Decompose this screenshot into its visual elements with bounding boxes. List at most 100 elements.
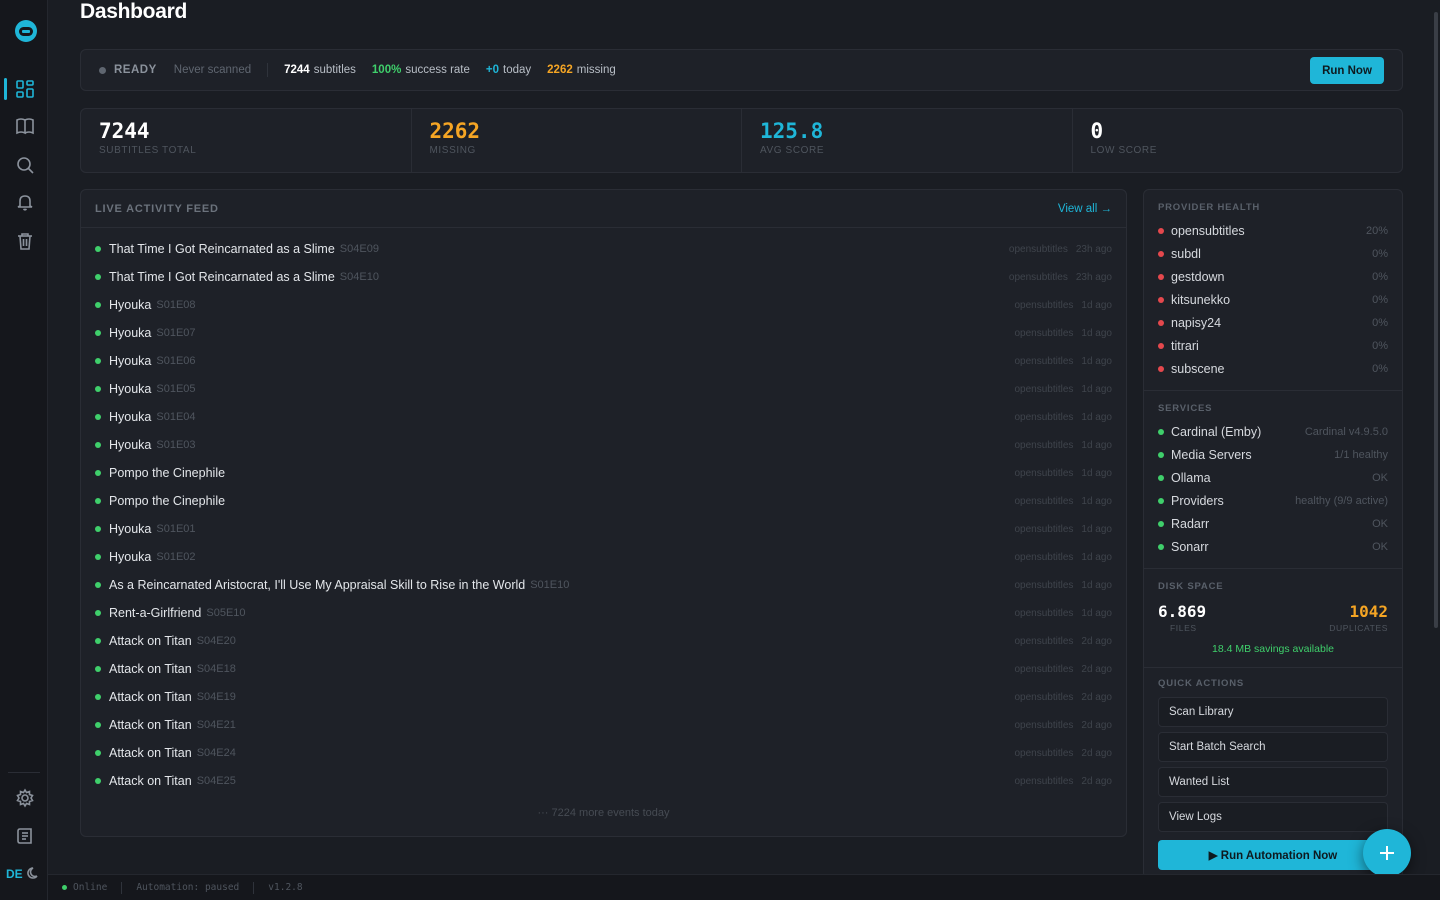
feed-item-time: 2d ago — [1081, 691, 1112, 703]
feed-item-time: 1d ago — [1081, 299, 1112, 311]
gear-icon[interactable] — [14, 787, 36, 809]
scan-library-button[interactable]: Scan Library — [1158, 697, 1388, 727]
today-count: +0 — [485, 64, 500, 76]
feed-item-meta: opensubtitles 2d ago — [1014, 636, 1112, 647]
feed-row[interactable]: Hyouka S01E02 opensubtitles 1d ago — [81, 543, 1126, 571]
feed-item-time: 1d ago — [1081, 327, 1112, 339]
feed-item-provider: opensubtitles — [1014, 719, 1074, 731]
feed-item-provider: opensubtitles — [1014, 635, 1074, 647]
feed-item-title: That Time I Got Reincarnated as a Slime — [109, 242, 335, 256]
feed-row[interactable]: Attack on Titan S04E20 opensubtitles 2d ago — [81, 627, 1126, 655]
feed-item-episode: S04E24 — [196, 747, 236, 759]
feed-row[interactable]: Attack on Titan S04E25 opensubtitles 2d ago — [81, 767, 1126, 795]
quick-actions-section: QUICK ACTIONS Scan Library Start Batch S… — [1144, 668, 1402, 870]
success-dot — [95, 526, 101, 532]
success-dot — [95, 582, 101, 588]
moon-icon[interactable] — [27, 866, 41, 880]
feed-row[interactable]: Pompo the Cinephile opensubtitles 1d ago — [81, 487, 1126, 515]
book-icon[interactable] — [14, 115, 36, 137]
feed-row[interactable]: Pompo the Cinephile opensubtitles 1d ago — [81, 459, 1126, 487]
feed-list: That Time I Got Reincarnated as a Slime S… — [81, 228, 1126, 795]
feed-item-meta: opensubtitles 2d ago — [1014, 748, 1112, 759]
feed-item-title: Attack on Titan — [109, 718, 192, 732]
missing-label: missing — [576, 64, 616, 76]
service-list: Cardinal (Emby) Cardinal v4.9.5.0 Media Se… — [1144, 420, 1402, 558]
row-value: healthy (9/9 active) — [1295, 494, 1388, 507]
success-label: success rate — [405, 64, 470, 76]
feed-row[interactable]: As a Reincarnated Aristocrat, I'll Use M… — [81, 571, 1126, 599]
feed-row[interactable]: Attack on Titan S04E19 opensubtitles 2d ago — [81, 683, 1126, 711]
feed-item-meta: opensubtitles 1d ago — [1014, 328, 1112, 339]
feed-item-meta: opensubtitles 2d ago — [1014, 776, 1112, 787]
disk-files: 6.869 FILES — [1158, 602, 1273, 633]
status-dot — [1158, 319, 1164, 326]
feed-row[interactable]: Attack on Titan S04E24 opensubtitles 2d ago — [81, 739, 1126, 767]
run-now-button[interactable]: Run Now — [1310, 57, 1384, 84]
trash-icon[interactable] — [14, 230, 36, 252]
feed-item-meta: opensubtitles 2d ago — [1014, 664, 1112, 675]
language-toggle[interactable]: DE — [6, 867, 23, 881]
feed-row[interactable]: Hyouka S01E08 opensubtitles 1d ago — [81, 291, 1126, 319]
provider-health-section: PROVIDER HEALTH opensubtitles 20% subdl 0% g… — [1144, 190, 1402, 391]
feed-item-meta: opensubtitles 1d ago — [1014, 300, 1112, 311]
search-icon[interactable] — [14, 154, 36, 176]
run-automation-button[interactable]: ▶ Run Automation Now — [1158, 840, 1388, 870]
service-row: Radarr OK — [1144, 512, 1402, 535]
feed-row[interactable]: That Time I Got Reincarnated as a Slime S… — [81, 263, 1126, 291]
feed-row[interactable]: Attack on Titan S04E18 opensubtitles 2d ago — [81, 655, 1126, 683]
feed-row[interactable]: Hyouka S01E04 opensubtitles 1d ago — [81, 403, 1126, 431]
row-name: gestdown — [1171, 269, 1225, 284]
row-value: OK — [1372, 517, 1388, 530]
feed-item-title: Hyouka — [109, 298, 152, 312]
provider-row: opensubtitles 20% — [1144, 219, 1402, 242]
feed-item-episode: S04E19 — [196, 691, 236, 703]
success-dot — [95, 666, 101, 672]
view-all-link[interactable]: View all → — [1058, 203, 1112, 215]
feed-item-title: Hyouka — [109, 410, 152, 424]
success-rate: 100% — [371, 64, 402, 76]
status-dot — [1158, 250, 1164, 257]
feed-item-title: Attack on Titan — [109, 662, 192, 676]
feed-item-provider: opensubtitles — [1014, 495, 1074, 507]
success-dot — [95, 386, 101, 392]
feed-row[interactable]: Hyouka S01E05 opensubtitles 1d ago — [81, 375, 1126, 403]
stat-card: 7244 SUBTITLES TOTAL — [81, 109, 412, 172]
stat-card: 0 LOW SCORE — [1073, 109, 1403, 172]
view-logs-button[interactable]: View Logs — [1158, 802, 1388, 832]
page-scrollbar[interactable] — [1434, 12, 1438, 628]
feed-item-provider: opensubtitles — [1014, 691, 1074, 703]
files-label: FILES — [1170, 623, 1197, 633]
batch-search-button[interactable]: Start Batch Search — [1158, 732, 1388, 762]
feed-row[interactable]: Hyouka S01E06 opensubtitles 1d ago — [81, 347, 1126, 375]
feed-item-time: 2d ago — [1081, 719, 1112, 731]
dashboard-icon[interactable] — [14, 78, 36, 100]
feed-row[interactable]: Hyouka S01E01 opensubtitles 1d ago — [81, 515, 1126, 543]
success-dot — [95, 470, 101, 476]
feed-row[interactable]: Rent-a-Girlfriend S05E10 opensubtitles 1d a… — [81, 599, 1126, 627]
feed-row[interactable]: Hyouka S01E07 opensubtitles 1d ago — [81, 319, 1126, 347]
feed-item-provider: opensubtitles — [1014, 299, 1074, 311]
success-dot — [95, 554, 101, 560]
feed-item-time: 23h ago — [1075, 271, 1112, 283]
row-name: napisy24 — [1171, 315, 1222, 330]
feed-row[interactable]: That Time I Got Reincarnated as a Slime S… — [81, 235, 1126, 263]
success-dot — [95, 330, 101, 336]
app-logo[interactable] — [15, 20, 37, 42]
row-value: 20% — [1365, 224, 1388, 237]
wanted-list-button[interactable]: Wanted List — [1158, 767, 1388, 797]
log-icon[interactable] — [14, 825, 36, 847]
bell-icon[interactable] — [14, 191, 36, 213]
sidebar-divider — [8, 772, 40, 773]
feed-item-time: 1d ago — [1081, 579, 1112, 591]
add-fab-button[interactable] — [1363, 829, 1411, 877]
version-text: v1.2.8 — [268, 882, 303, 893]
provider-row: subscene 0% — [1144, 357, 1402, 380]
feed-item-time: 1d ago — [1081, 523, 1112, 535]
success-dot — [95, 722, 101, 728]
feed-item-time: 23h ago — [1075, 243, 1112, 255]
row-value: Cardinal v4.9.5.0 — [1304, 425, 1388, 438]
feed-row[interactable]: Attack on Titan S04E21 opensubtitles 2d ago — [81, 711, 1126, 739]
row-value: 0% — [1372, 316, 1388, 329]
feed-row[interactable]: Hyouka S01E03 opensubtitles 1d ago — [81, 431, 1126, 459]
section-title: QUICK ACTIONS — [1158, 678, 1245, 689]
